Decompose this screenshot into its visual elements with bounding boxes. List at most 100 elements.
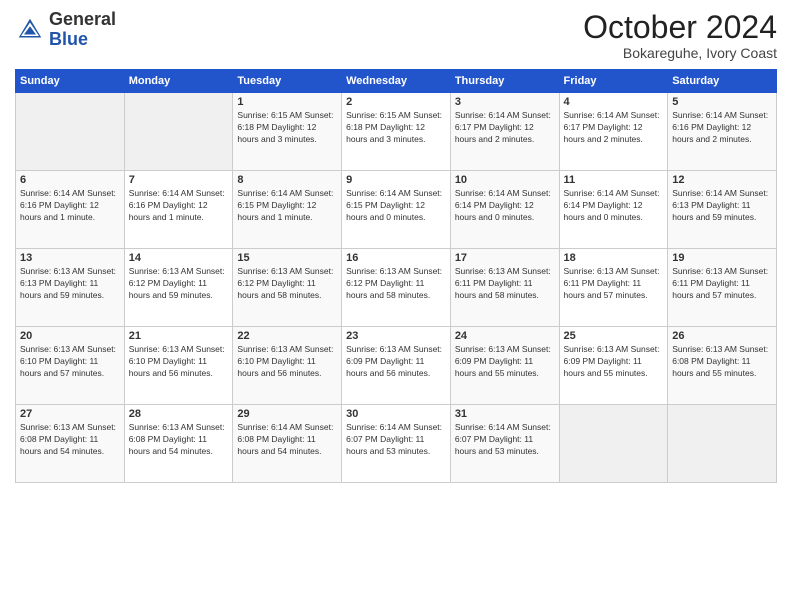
day-number: 29 [237, 408, 337, 420]
day-info: Sunrise: 6:14 AM Sunset: 6:17 PM Dayligh… [455, 110, 555, 146]
day-number: 12 [672, 174, 772, 186]
table-row: 26Sunrise: 6:13 AM Sunset: 6:08 PM Dayli… [668, 327, 777, 405]
day-info: Sunrise: 6:14 AM Sunset: 6:15 PM Dayligh… [346, 188, 446, 224]
col-thursday: Thursday [450, 70, 559, 93]
table-row [668, 405, 777, 483]
day-info: Sunrise: 6:14 AM Sunset: 6:13 PM Dayligh… [672, 188, 772, 224]
table-row: 4Sunrise: 6:14 AM Sunset: 6:17 PM Daylig… [559, 93, 668, 171]
day-info: Sunrise: 6:13 AM Sunset: 6:12 PM Dayligh… [346, 266, 446, 302]
table-row: 31Sunrise: 6:14 AM Sunset: 6:07 PM Dayli… [450, 405, 559, 483]
day-number: 30 [346, 408, 446, 420]
col-sunday: Sunday [16, 70, 125, 93]
day-info: Sunrise: 6:14 AM Sunset: 6:16 PM Dayligh… [20, 188, 120, 224]
day-info: Sunrise: 6:13 AM Sunset: 6:10 PM Dayligh… [129, 344, 229, 380]
calendar-table: Sunday Monday Tuesday Wednesday Thursday… [15, 69, 777, 483]
page: General Blue October 2024 Bokareguhe, Iv… [0, 0, 792, 612]
day-info: Sunrise: 6:13 AM Sunset: 6:10 PM Dayligh… [20, 344, 120, 380]
day-info: Sunrise: 6:13 AM Sunset: 6:08 PM Dayligh… [20, 422, 120, 458]
day-number: 7 [129, 174, 229, 186]
day-number: 28 [129, 408, 229, 420]
table-row: 30Sunrise: 6:14 AM Sunset: 6:07 PM Dayli… [342, 405, 451, 483]
day-number: 16 [346, 252, 446, 264]
month-title: October 2024 [583, 10, 777, 45]
week-row-5: 27 Sunrise: 6:13 AM Sunset: 6:08 PM Dayli… [16, 405, 777, 483]
table-row: 23Sunrise: 6:13 AM Sunset: 6:09 PM Dayli… [342, 327, 451, 405]
day-info: Sunrise: 6:13 AM Sunset: 6:08 PM Dayligh… [672, 344, 772, 380]
day-number: 4 [564, 96, 664, 108]
day-number: 27 [20, 408, 120, 420]
day-info: Sunrise: 6:13 AM Sunset: 6:11 PM Dayligh… [672, 266, 772, 302]
day-info: Sunrise: 6:13 AM Sunset: 6:12 PM Dayligh… [129, 266, 229, 302]
col-wednesday: Wednesday [342, 70, 451, 93]
table-row: 24 Sunrise: 6:13 AM Sunset: 6:09 PM Dayli… [450, 327, 559, 405]
day-number: 3 [455, 96, 555, 108]
col-friday: Friday [559, 70, 668, 93]
table-row: 5 Sunrise: 6:14 AM Sunset: 6:16 PM Daylig… [668, 93, 777, 171]
table-row: 6 Sunrise: 6:14 AM Sunset: 6:16 PM Daylig… [16, 171, 125, 249]
table-row: 2Sunrise: 6:15 AM Sunset: 6:18 PM Daylig… [342, 93, 451, 171]
logo-general: General [49, 9, 116, 29]
logo-text: General Blue [49, 10, 116, 50]
day-info: Sunrise: 6:14 AM Sunset: 6:07 PM Dayligh… [455, 422, 555, 458]
logo-icon [15, 15, 45, 45]
day-number: 19 [672, 252, 772, 264]
table-row: 12 Sunrise: 6:14 AM Sunset: 6:13 PM Dayli… [668, 171, 777, 249]
day-info: Sunrise: 6:15 AM Sunset: 6:18 PM Dayligh… [237, 110, 337, 146]
day-number: 18 [564, 252, 664, 264]
day-info: Sunrise: 6:14 AM Sunset: 6:16 PM Dayligh… [672, 110, 772, 146]
table-row: 14 Sunrise: 6:13 AM Sunset: 6:12 PM Dayli… [124, 249, 233, 327]
day-info: Sunrise: 6:15 AM Sunset: 6:18 PM Dayligh… [346, 110, 446, 146]
week-row-3: 13 Sunrise: 6:13 AM Sunset: 6:13 PM Dayli… [16, 249, 777, 327]
table-row: 17 Sunrise: 6:13 AM Sunset: 6:11 PM Dayli… [450, 249, 559, 327]
day-info: Sunrise: 6:14 AM Sunset: 6:14 PM Dayligh… [564, 188, 664, 224]
table-row: 20 Sunrise: 6:13 AM Sunset: 6:10 PM Dayli… [16, 327, 125, 405]
day-info: Sunrise: 6:14 AM Sunset: 6:15 PM Dayligh… [237, 188, 337, 224]
logo: General Blue [15, 10, 116, 50]
table-row [16, 93, 125, 171]
day-number: 6 [20, 174, 120, 186]
table-row: 13 Sunrise: 6:13 AM Sunset: 6:13 PM Dayli… [16, 249, 125, 327]
day-number: 24 [455, 330, 555, 342]
table-row: 28Sunrise: 6:13 AM Sunset: 6:08 PM Dayli… [124, 405, 233, 483]
day-number: 17 [455, 252, 555, 264]
logo-blue: Blue [49, 29, 88, 49]
day-number: 13 [20, 252, 120, 264]
table-row: 10Sunrise: 6:14 AM Sunset: 6:14 PM Dayli… [450, 171, 559, 249]
table-row: 27 Sunrise: 6:13 AM Sunset: 6:08 PM Dayli… [16, 405, 125, 483]
table-row: 29Sunrise: 6:14 AM Sunset: 6:08 PM Dayli… [233, 405, 342, 483]
col-saturday: Saturday [668, 70, 777, 93]
day-number: 11 [564, 174, 664, 186]
table-row: 15 Sunrise: 6:13 AM Sunset: 6:12 PM Dayli… [233, 249, 342, 327]
location-subtitle: Bokareguhe, Ivory Coast [583, 45, 777, 61]
day-number: 20 [20, 330, 120, 342]
day-info: Sunrise: 6:13 AM Sunset: 6:11 PM Dayligh… [455, 266, 555, 302]
table-row: 18Sunrise: 6:13 AM Sunset: 6:11 PM Dayli… [559, 249, 668, 327]
day-info: Sunrise: 6:13 AM Sunset: 6:13 PM Dayligh… [20, 266, 120, 302]
col-monday: Monday [124, 70, 233, 93]
table-row: 9Sunrise: 6:14 AM Sunset: 6:15 PM Daylig… [342, 171, 451, 249]
header: General Blue October 2024 Bokareguhe, Iv… [15, 10, 777, 61]
day-info: Sunrise: 6:14 AM Sunset: 6:14 PM Dayligh… [455, 188, 555, 224]
week-row-2: 6 Sunrise: 6:14 AM Sunset: 6:16 PM Daylig… [16, 171, 777, 249]
day-number: 22 [237, 330, 337, 342]
table-row: 21Sunrise: 6:13 AM Sunset: 6:10 PM Dayli… [124, 327, 233, 405]
day-info: Sunrise: 6:13 AM Sunset: 6:09 PM Dayligh… [564, 344, 664, 380]
title-block: October 2024 Bokareguhe, Ivory Coast [583, 10, 777, 61]
table-row [559, 405, 668, 483]
day-number: 25 [564, 330, 664, 342]
day-number: 1 [237, 96, 337, 108]
table-row: 7Sunrise: 6:14 AM Sunset: 6:16 PM Daylig… [124, 171, 233, 249]
day-info: Sunrise: 6:13 AM Sunset: 6:09 PM Dayligh… [455, 344, 555, 380]
day-info: Sunrise: 6:13 AM Sunset: 6:09 PM Dayligh… [346, 344, 446, 380]
table-row: 19 Sunrise: 6:13 AM Sunset: 6:11 PM Dayli… [668, 249, 777, 327]
table-row: 1 Sunrise: 6:15 AM Sunset: 6:18 PM Daylig… [233, 93, 342, 171]
day-number: 8 [237, 174, 337, 186]
week-row-1: 1 Sunrise: 6:15 AM Sunset: 6:18 PM Daylig… [16, 93, 777, 171]
day-info: Sunrise: 6:13 AM Sunset: 6:12 PM Dayligh… [237, 266, 337, 302]
day-number: 14 [129, 252, 229, 264]
day-number: 15 [237, 252, 337, 264]
table-row: 8 Sunrise: 6:14 AM Sunset: 6:15 PM Daylig… [233, 171, 342, 249]
table-row: 22 Sunrise: 6:13 AM Sunset: 6:10 PM Dayli… [233, 327, 342, 405]
day-info: Sunrise: 6:13 AM Sunset: 6:10 PM Dayligh… [237, 344, 337, 380]
day-number: 5 [672, 96, 772, 108]
